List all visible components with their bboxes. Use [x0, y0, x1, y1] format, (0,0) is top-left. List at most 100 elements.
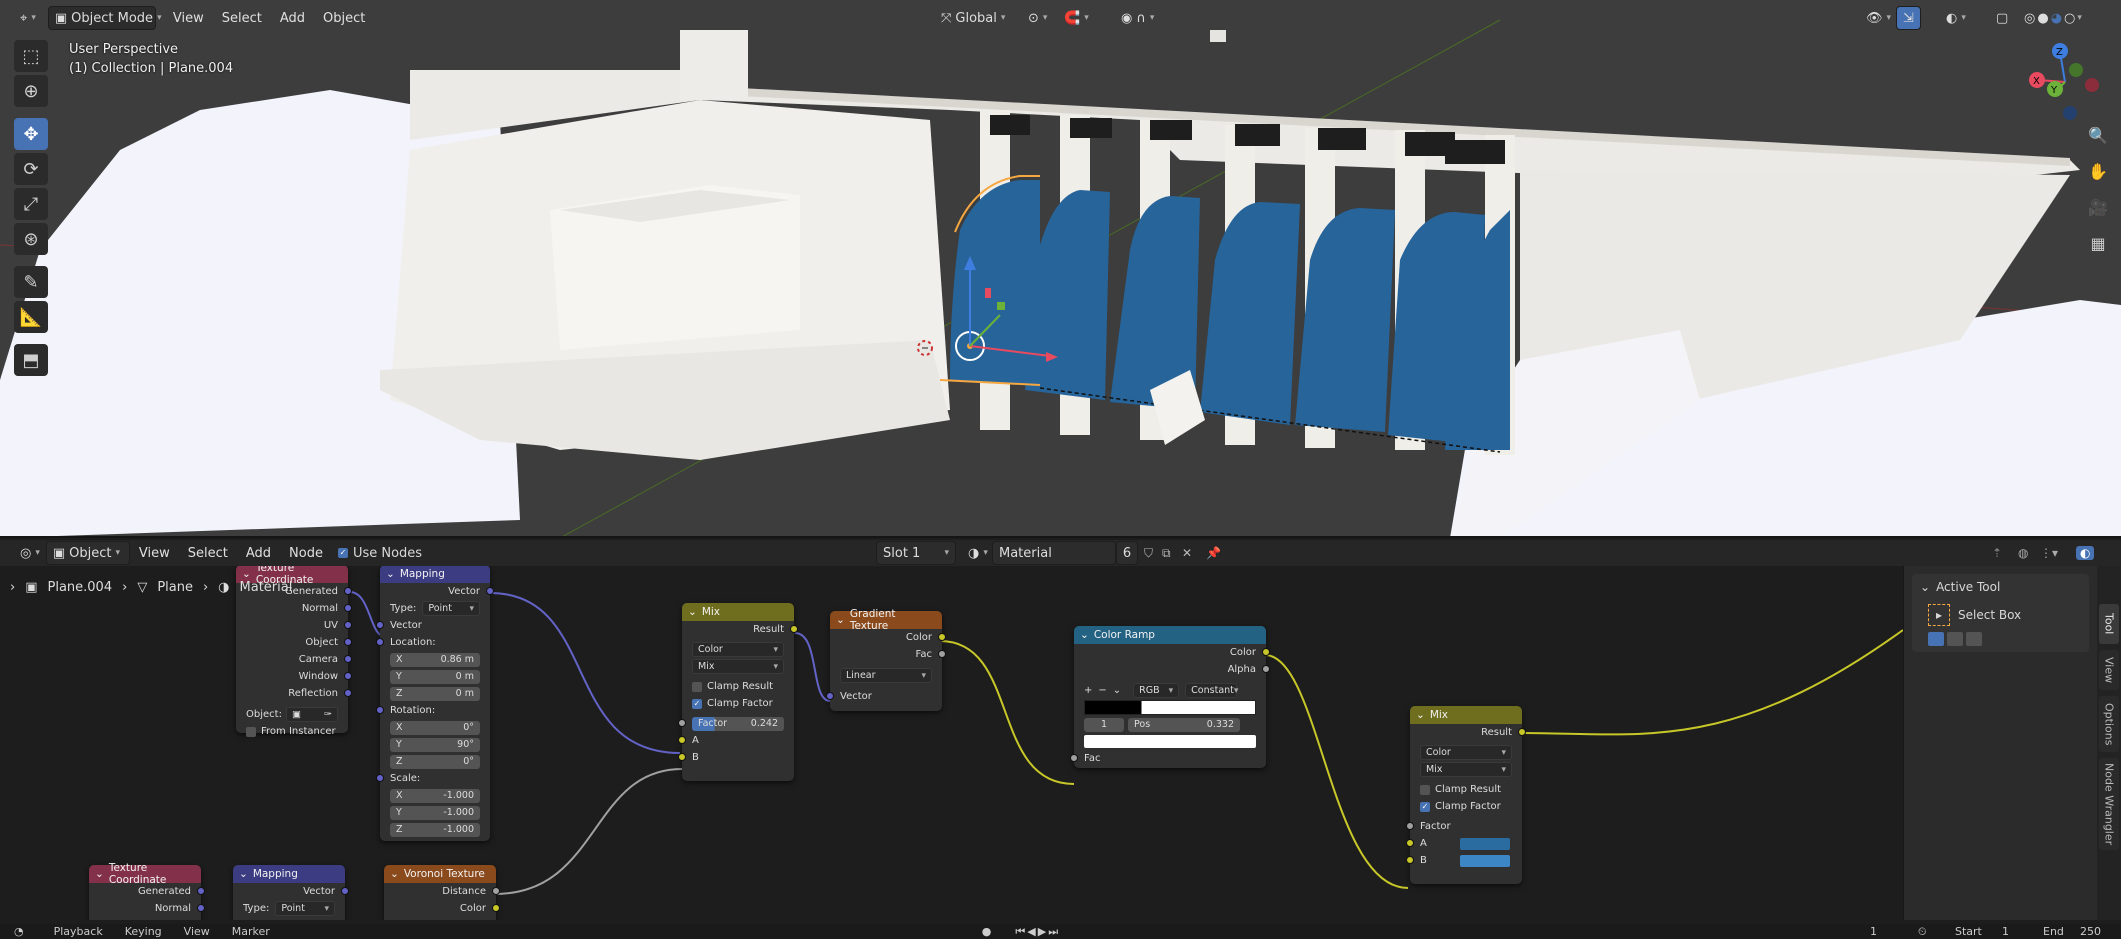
stop-index-field[interactable]: 1 [1084, 717, 1124, 732]
annotate-tool[interactable]: ✎ [14, 266, 48, 298]
gradient-type-dropdown[interactable]: Linear ▾ [840, 668, 932, 683]
transform-tool[interactable]: ⊛ [14, 223, 48, 255]
output-vector[interactable]: Vector [233, 883, 349, 900]
collapse-chevron-icon[interactable]: ⌄ [688, 606, 697, 618]
blend-mode-dropdown[interactable]: Mix ▾ [692, 659, 784, 674]
select-box-tool[interactable]: ⬚ [14, 40, 48, 72]
proportional-edit-button[interactable]: ◉ ∩ ▾ [1115, 6, 1160, 30]
duplicate-icon[interactable]: ⧉ [1162, 546, 1171, 561]
location-z[interactable]: Z0 m [380, 685, 490, 702]
move-tool[interactable]: ✥ [14, 118, 48, 150]
color-ramp-node[interactable]: ⌄ Color Ramp Color Alpha + − ⌄ RGB ▾ Const… [1070, 626, 1270, 768]
tab-node-wrangler[interactable]: Node Wrangler [2099, 758, 2119, 850]
start-field[interactable]: 1 [2002, 925, 2009, 938]
output-window[interactable]: Window [236, 668, 352, 685]
overlay-toggle-icon[interactable]: ◐ [2076, 546, 2095, 560]
snap-icon[interactable]: ◍ [2018, 546, 2028, 560]
mode-dropdown[interactable]: ▣ Object Mode ▾ [47, 6, 162, 30]
type-dropdown[interactable]: Point ▾ [275, 901, 335, 916]
tab-view[interactable]: View [2099, 650, 2119, 690]
from-instancer-row[interactable]: From Instancer [236, 723, 348, 740]
color-mode-dropdown[interactable]: RGB ▾ [1133, 683, 1180, 698]
xray-toggle[interactable]: ▢ [1990, 6, 2014, 30]
menu-marker[interactable]: Marker [232, 925, 270, 938]
clamp-result-toggle[interactable]: Clamp Result [1410, 781, 1522, 798]
menu-select[interactable]: Select [213, 11, 271, 26]
menu-view[interactable]: View [164, 11, 213, 26]
mapping-node[interactable]: ⌄ Mapping Vector Type: Point ▾ Vector Locat… [376, 565, 494, 841]
close-icon[interactable]: ✕ [1182, 546, 1192, 560]
input-fac[interactable]: Fac [1070, 750, 1266, 767]
playback-controls-icon[interactable]: ⏮◀▶⏭ [1015, 925, 1060, 939]
output-normal[interactable]: Normal [89, 900, 205, 917]
gradient-texture-node[interactable]: ⌄ Gradient Texture Color Fac Linear ▾ Vect… [826, 608, 946, 711]
output-alpha[interactable]: Alpha [1074, 661, 1270, 678]
collapse-chevron-icon[interactable]: ⌄ [1080, 629, 1089, 641]
snap-button[interactable]: 🧲 ▾ [1058, 6, 1095, 30]
add-stop-icon[interactable]: + [1084, 685, 1092, 696]
scale-tool[interactable]: ⤢ [14, 188, 48, 220]
clamp-factor-toggle[interactable]: ✓ Clamp Factor [682, 695, 794, 712]
viewport-scene[interactable] [0, 0, 2121, 538]
input-factor[interactable]: Factor [1406, 818, 1522, 835]
record-icon[interactable]: ● [982, 925, 992, 938]
type-dropdown[interactable]: Point ▾ [422, 601, 480, 616]
slot-dropdown[interactable]: Slot 1 ▾ [876, 541, 956, 565]
interpolation-dropdown[interactable]: Constant ▾ [1185, 683, 1238, 698]
input-b[interactable]: B [1406, 852, 1522, 869]
scale-y[interactable]: Y -1.000 [380, 804, 490, 821]
tab-options[interactable]: Options [2099, 696, 2119, 752]
output-generated[interactable]: Generated [89, 883, 205, 900]
zoom-icon[interactable]: 🔍 [2083, 120, 2113, 150]
eyedropper-icon[interactable]: ✑ [324, 709, 332, 720]
menu-object[interactable]: Object [314, 11, 374, 26]
blend-mode-row[interactable]: Mix ▾ [682, 658, 794, 675]
input-b[interactable]: B [678, 749, 794, 766]
ramp-gradient-bar[interactable] [1084, 700, 1256, 715]
data-type-row[interactable]: Color ▾ [682, 641, 794, 658]
3d-viewport[interactable]: ⌖ ▾ ▣ Object Mode ▾ View Select Add Objec… [0, 0, 2121, 538]
output-distance[interactable]: Distance [384, 883, 500, 900]
parent-node-tree-icon[interactable]: ⇡ [1992, 546, 2002, 560]
stop-color-row[interactable] [1074, 733, 1266, 750]
node-header[interactable]: ⌄ Texture Coordinate [89, 862, 201, 886]
cursor-tool[interactable]: ⊕ [14, 75, 48, 107]
end-field[interactable]: 250 [2080, 925, 2101, 938]
rendered-shading-icon[interactable]: ○ [2064, 11, 2075, 26]
menu-add[interactable]: Add [237, 546, 280, 561]
menu-node[interactable]: Node [280, 546, 332, 561]
stop-position-field[interactable]: Pos 0.332 [1128, 717, 1240, 732]
collapse-chevron-icon[interactable]: ⌄ [1416, 709, 1425, 721]
output-object[interactable]: Object [236, 634, 352, 651]
pan-hand-icon[interactable]: ✋ [2083, 156, 2113, 186]
blend-mode-row[interactable]: Mix ▾ [1410, 761, 1522, 778]
collapse-chevron-icon[interactable]: ⌄ [386, 568, 395, 580]
location-x[interactable]: X 0.86 m [380, 651, 490, 668]
data-type-dropdown[interactable]: Color ▾ [692, 642, 784, 657]
input-a[interactable]: A [1406, 835, 1522, 852]
grid-ortho-icon[interactable]: ▦ [2083, 228, 2113, 258]
current-frame-field[interactable]: 1 [1870, 925, 1877, 938]
fake-user-shield-icon[interactable]: ⛉ [1144, 546, 1153, 561]
input-vector[interactable]: Vector [376, 617, 490, 634]
data-type-row[interactable]: Color ▾ [1410, 744, 1522, 761]
overlay-toggle[interactable]: ◐ ▾ [1940, 6, 1972, 30]
solid-shading-icon[interactable]: ● [2037, 11, 2048, 26]
shading-buttons[interactable]: ◎ ● ◕ ○ ▾ [2018, 6, 2088, 30]
select-subtract-icon[interactable] [1966, 632, 1982, 646]
camera-icon[interactable]: 🎥 [2083, 192, 2113, 222]
scale-x[interactable]: X -1.000 [380, 787, 490, 804]
output-color[interactable]: Color [384, 900, 500, 917]
collapse-chevron-icon[interactable]: ⌄ [95, 868, 104, 880]
collapse-chevron-icon[interactable]: ⌄ [239, 868, 248, 880]
menu-playback[interactable]: Playback [54, 925, 103, 938]
editor-type-button[interactable]: ◎ ▾ [14, 541, 46, 565]
ramp-bar-row[interactable] [1074, 699, 1266, 716]
menu-select[interactable]: Select [179, 546, 237, 561]
output-result[interactable]: Result [1410, 724, 1526, 741]
mapping-node-2[interactable]: ⌄ Mapping Vector Type: Point ▾ [233, 865, 349, 920]
collapse-chevron-icon[interactable]: ⌄ [242, 568, 251, 580]
output-camera[interactable]: Camera [236, 651, 352, 668]
location-y[interactable]: Y0 m [380, 668, 490, 685]
mix-node[interactable]: ⌄ Mix Result Color ▾ Mix ▾ Clamp Result ✓ Cl… [678, 603, 798, 781]
